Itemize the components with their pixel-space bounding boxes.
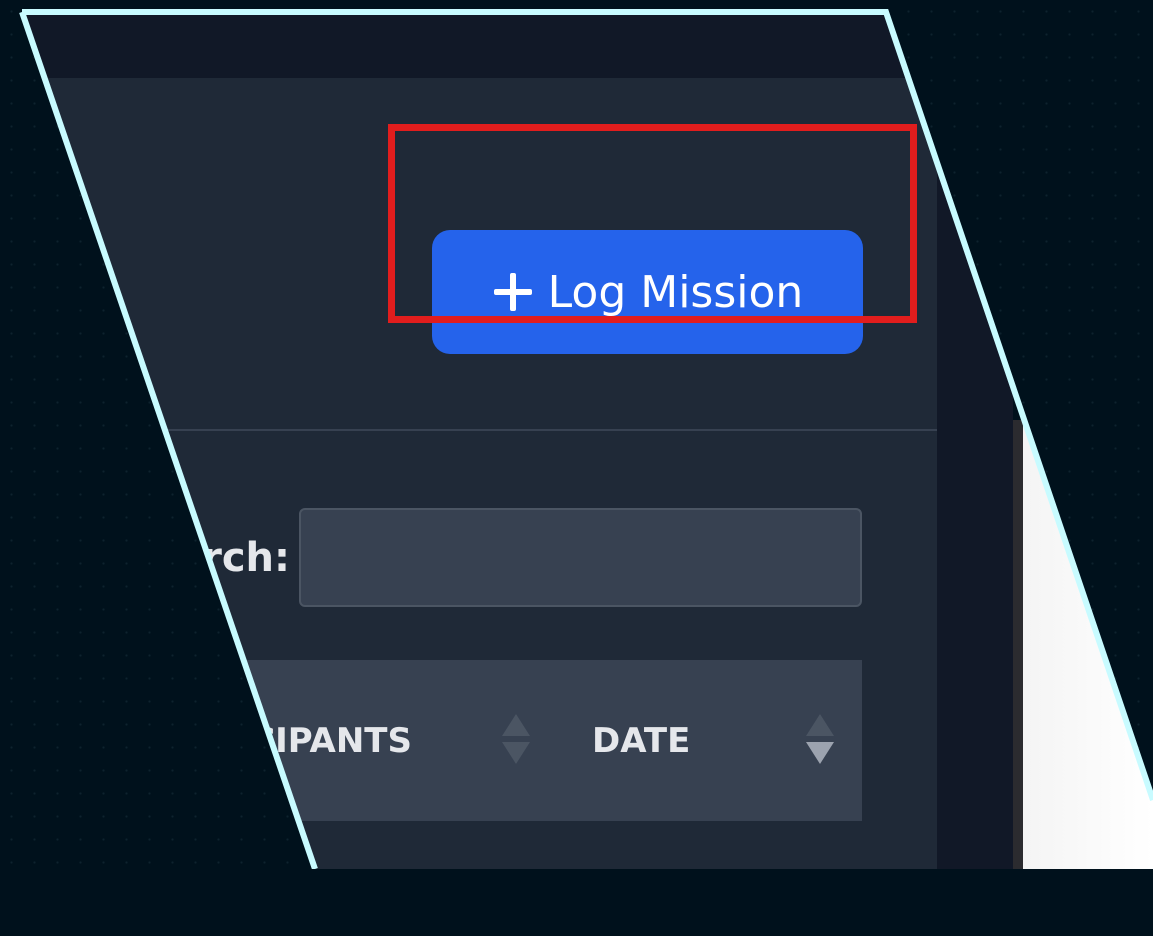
zoom-frame-outline (19, 9, 1153, 869)
zoom-frame (0, 0, 1153, 869)
